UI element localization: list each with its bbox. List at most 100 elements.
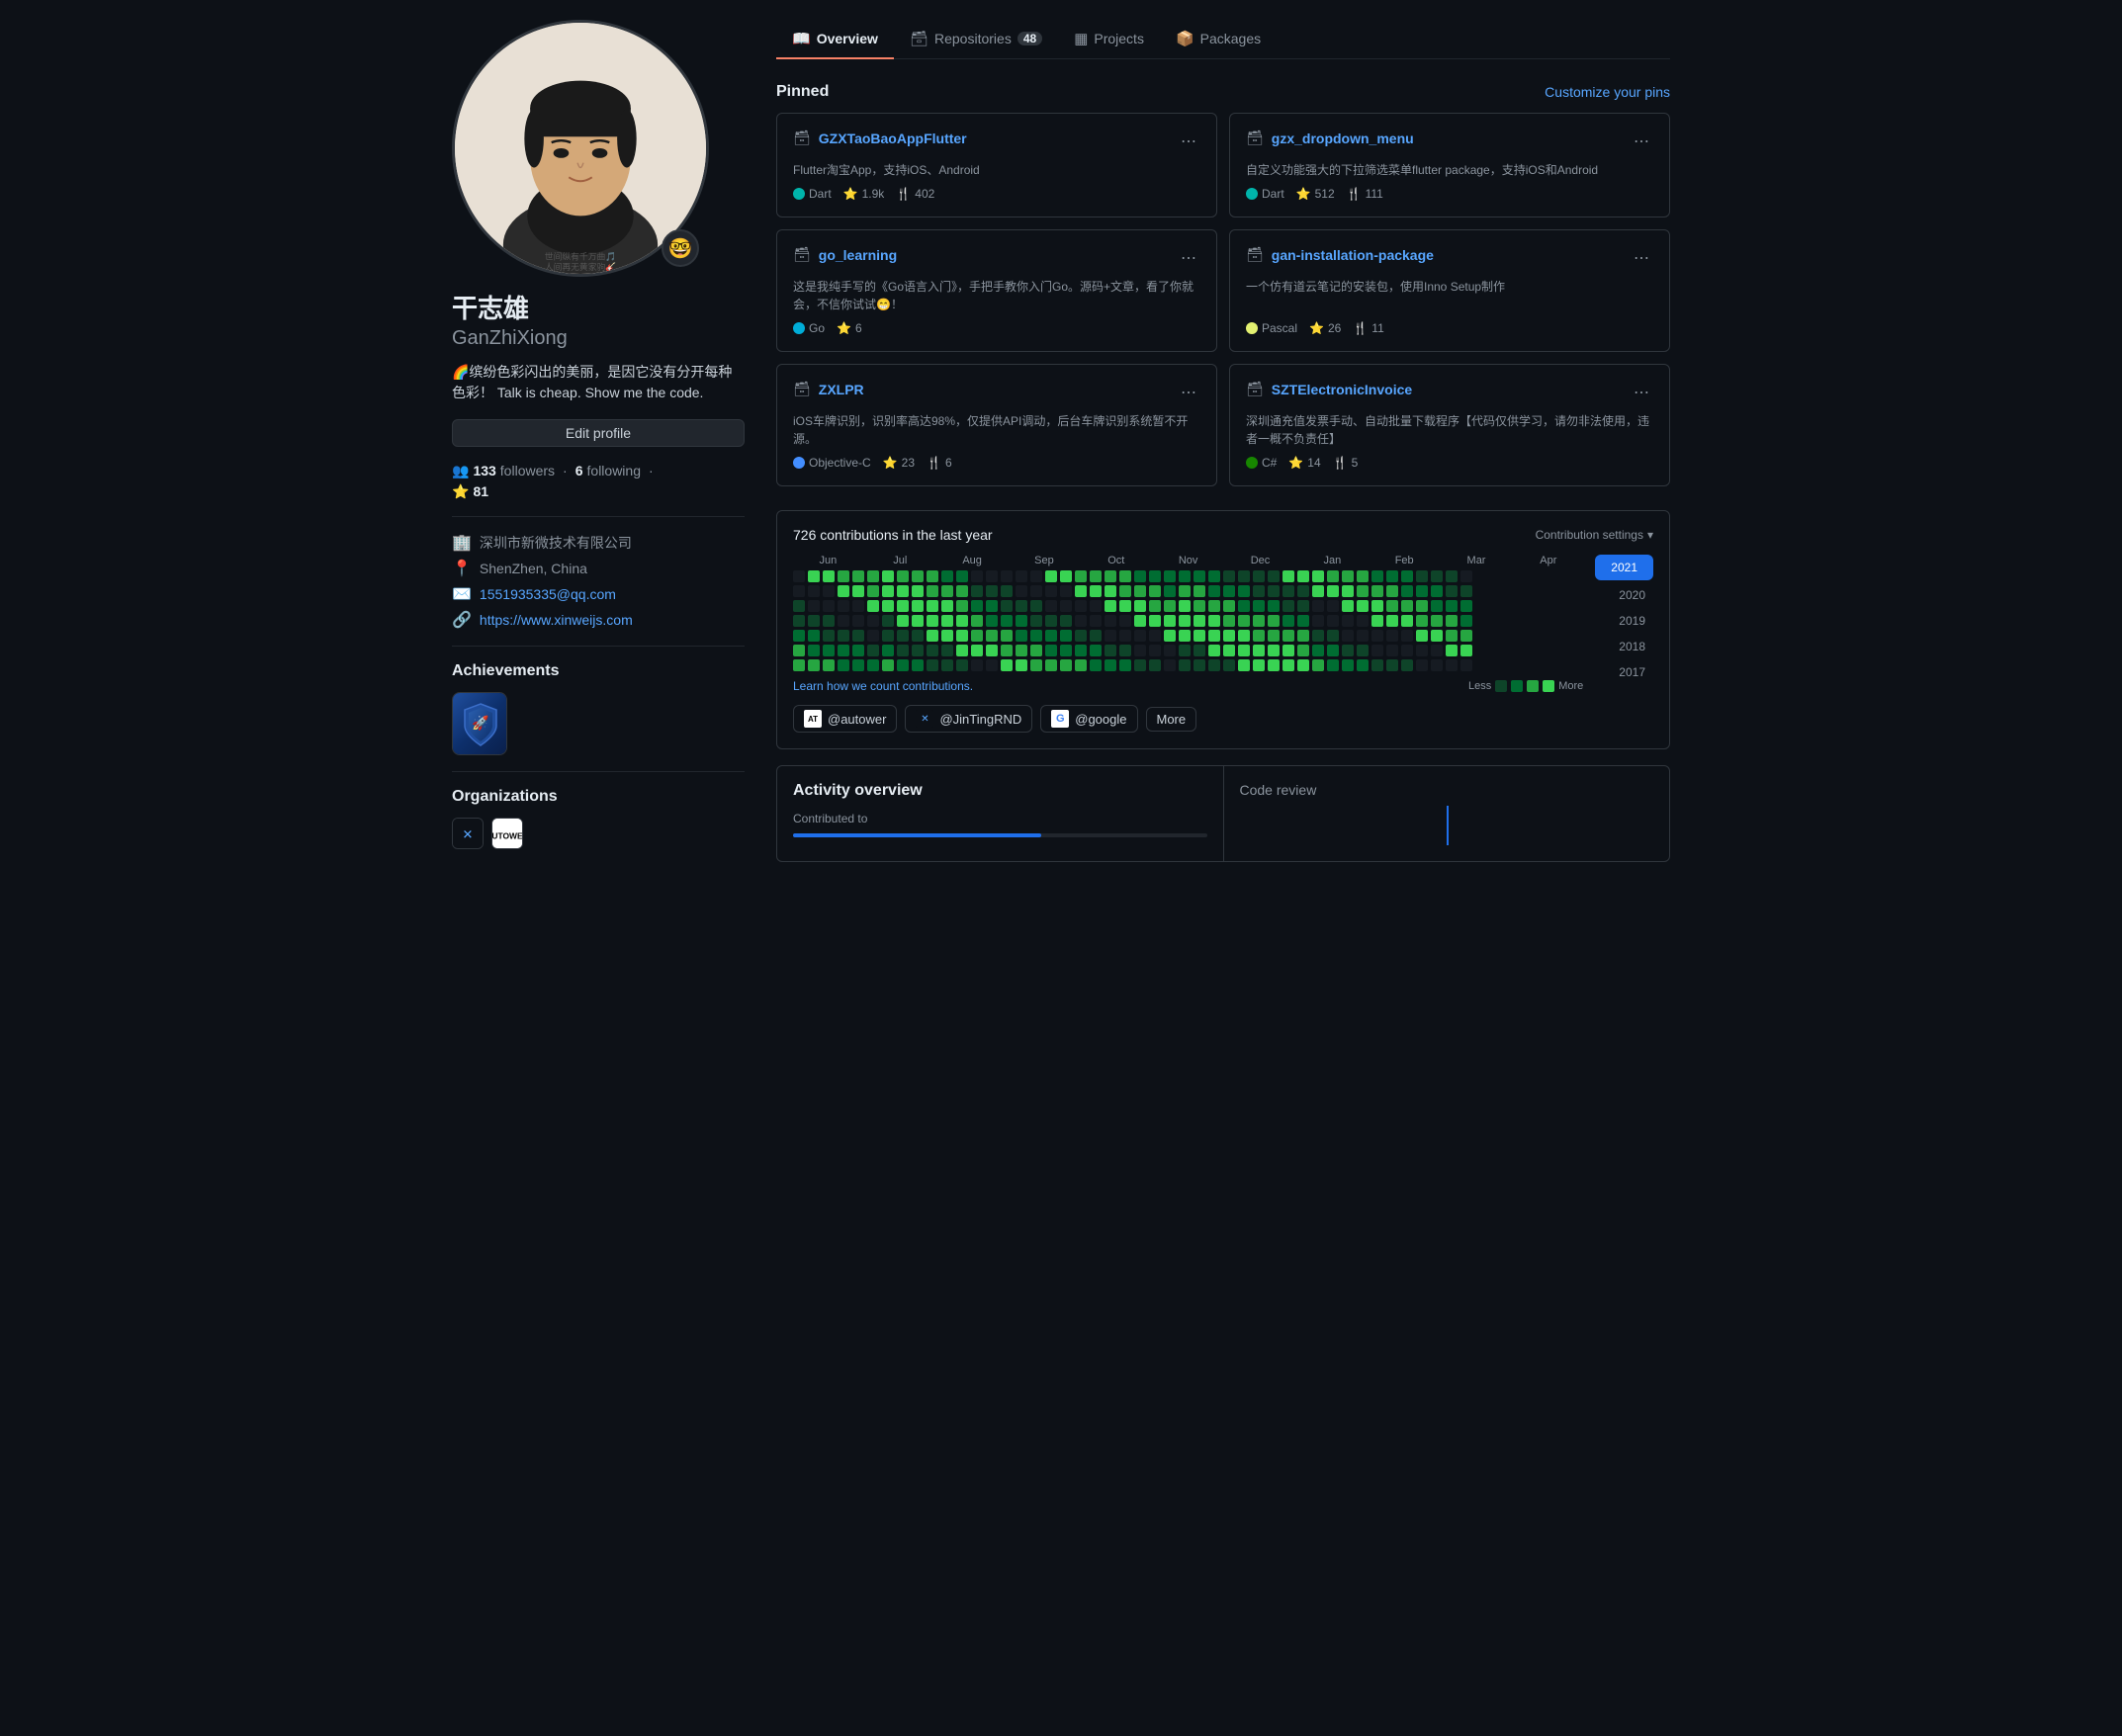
forks-count-0: 402: [915, 187, 934, 201]
contrib-day: [1119, 585, 1131, 597]
contribution-grid: [793, 570, 1583, 671]
contrib-day: [1119, 630, 1131, 642]
svg-text:人间再无黄家驹🎸: 人间再无黄家驹🎸: [545, 261, 616, 273]
svg-text:世间纵有千万曲🎵: 世间纵有千万曲🎵: [545, 250, 616, 261]
contrib-week-27: [1194, 570, 1205, 671]
more-orgs-button[interactable]: More: [1146, 707, 1197, 732]
contrib-week-41: [1401, 570, 1413, 671]
year-btn-2018[interactable]: 2018: [1595, 636, 1653, 657]
repo-name-4[interactable]: ZXLPR: [819, 382, 864, 397]
contrib-day: [927, 659, 938, 671]
repo-card-1: 🗃 gzx_dropdown_menu ⋯ 自定义功能强大的下拉筛选菜单flut…: [1229, 113, 1670, 217]
contrib-day: [867, 630, 879, 642]
month-oct: Oct: [1081, 555, 1151, 566]
contrib-day: [1164, 600, 1176, 612]
year-btn-2020[interactable]: 2020: [1595, 584, 1653, 606]
contrib-day: [1357, 659, 1369, 671]
contrib-day: [823, 630, 835, 642]
contrib-week-40: [1386, 570, 1398, 671]
contrib-week-42: [1416, 570, 1428, 671]
star-icon: ⭐: [452, 483, 469, 500]
contrib-day: [1386, 659, 1398, 671]
email-link[interactable]: 1551935335@qq.com: [480, 586, 616, 602]
achievement-badge[interactable]: 🚀: [452, 692, 507, 755]
activity-overview-title: Activity overview: [793, 782, 1207, 800]
contrib-day: [1327, 570, 1339, 582]
repo-name-5[interactable]: SZTElectronicInvoice: [1272, 382, 1412, 397]
contributions-title: 726 contributions in the last year: [793, 527, 993, 543]
repo-menu-btn-5[interactable]: ⋯: [1630, 381, 1653, 404]
contrib-day: [1105, 600, 1116, 612]
contrib-day: [1297, 600, 1309, 612]
repo-icon: 🗃: [910, 30, 928, 47]
year-btn-2021[interactable]: 2021: [1595, 555, 1653, 580]
edit-profile-button[interactable]: Edit profile: [452, 419, 745, 447]
org-filter-google[interactable]: G @google: [1040, 705, 1137, 733]
year-btn-2019[interactable]: 2019: [1595, 610, 1653, 632]
contributions-section: 726 contributions in the last year Contr…: [776, 510, 1670, 749]
contrib-day: [927, 645, 938, 656]
contrib-day: [1431, 600, 1443, 612]
repo-menu-btn-2[interactable]: ⋯: [1177, 246, 1200, 270]
repo-name-3[interactable]: gan-installation-package: [1272, 247, 1434, 263]
repo-menu-btn-4[interactable]: ⋯: [1177, 381, 1200, 404]
contrib-day: [912, 615, 924, 627]
contrib-day: [882, 615, 894, 627]
contrib-day: [1371, 630, 1383, 642]
contrib-day: [1371, 600, 1383, 612]
contrib-day: [1282, 615, 1294, 627]
org-filter-autower[interactable]: AT @autower: [793, 705, 897, 733]
repo-name-1[interactable]: gzx_dropdown_menu: [1272, 130, 1414, 146]
year-btn-2017[interactable]: 2017: [1595, 661, 1653, 683]
contrib-day: [1194, 615, 1205, 627]
org-filters-row: AT @autower ✕ @JinTingRND G @google More: [793, 705, 1653, 733]
website-link[interactable]: https://www.xinweijs.com: [480, 612, 633, 628]
contrib-day: [971, 600, 983, 612]
repo-name-2[interactable]: go_learning: [819, 247, 897, 263]
contrib-day: [971, 585, 983, 597]
contrib-day: [1401, 659, 1413, 671]
repo-desc-1: 自定义功能强大的下拉筛选菜单flutter package，支持iOS和Andr…: [1246, 161, 1653, 179]
contrib-day: [852, 570, 864, 582]
lang-dot-0: [793, 188, 805, 200]
svg-text:AUTOWER: AUTOWER: [492, 830, 522, 840]
tab-overview[interactable]: 📖 Overview: [776, 20, 894, 59]
contrib-day: [882, 645, 894, 656]
contrib-day: [838, 600, 849, 612]
contrib-day: [1016, 615, 1027, 627]
contrib-day: [882, 585, 894, 597]
repo-meta-4: Objective-C ⭐ 23 🍴 6: [793, 456, 1200, 470]
contrib-day: [986, 645, 998, 656]
contrib-day: [1060, 570, 1072, 582]
org-avatar-autower[interactable]: AUTOWER: [491, 818, 523, 849]
repo-meta-5: C# ⭐ 14 🍴 5: [1246, 456, 1653, 470]
contrib-day: [793, 585, 805, 597]
month-nov: Nov: [1153, 555, 1223, 566]
contrib-day: [1075, 600, 1087, 612]
contrib-day: [1119, 659, 1131, 671]
customize-pins-link[interactable]: Customize your pins: [1545, 84, 1670, 100]
forks-count-1: 111: [1366, 187, 1383, 201]
pinned-title: Pinned: [776, 83, 829, 101]
legend-more-label: More: [1558, 680, 1583, 692]
contrib-day: [867, 645, 879, 656]
repo-menu-btn-3[interactable]: ⋯: [1630, 246, 1653, 270]
repo-name-0[interactable]: GZXTaoBaoAppFlutter: [819, 130, 967, 146]
contrib-day: [1194, 585, 1205, 597]
learn-contributions-link[interactable]: Learn how we count contributions.: [793, 679, 973, 693]
org-filter-jintingrnd[interactable]: ✕ @JinTingRND: [905, 705, 1032, 733]
org-avatar-jintingrnd[interactable]: ✕: [452, 818, 484, 849]
month-jul: Jul: [865, 555, 935, 566]
contrib-day: [971, 645, 983, 656]
contrib-day: [927, 585, 938, 597]
contribution-settings-btn[interactable]: Contribution settings ▾: [1536, 528, 1653, 542]
tab-repositories[interactable]: 🗃 Repositories 48: [894, 20, 1058, 59]
pinned-header: Pinned Customize your pins: [776, 83, 1670, 101]
legend-box-2: [1511, 680, 1523, 692]
tab-packages[interactable]: 📦 Packages: [1160, 20, 1277, 59]
repo-menu-btn-1[interactable]: ⋯: [1630, 130, 1653, 153]
tab-projects[interactable]: ▦ Projects: [1058, 20, 1160, 59]
repo-menu-btn-0[interactable]: ⋯: [1177, 130, 1200, 153]
meta-website: 🔗 https://www.xinweijs.com: [452, 610, 745, 630]
avatar-emoji-badge: 🤓: [662, 229, 699, 267]
